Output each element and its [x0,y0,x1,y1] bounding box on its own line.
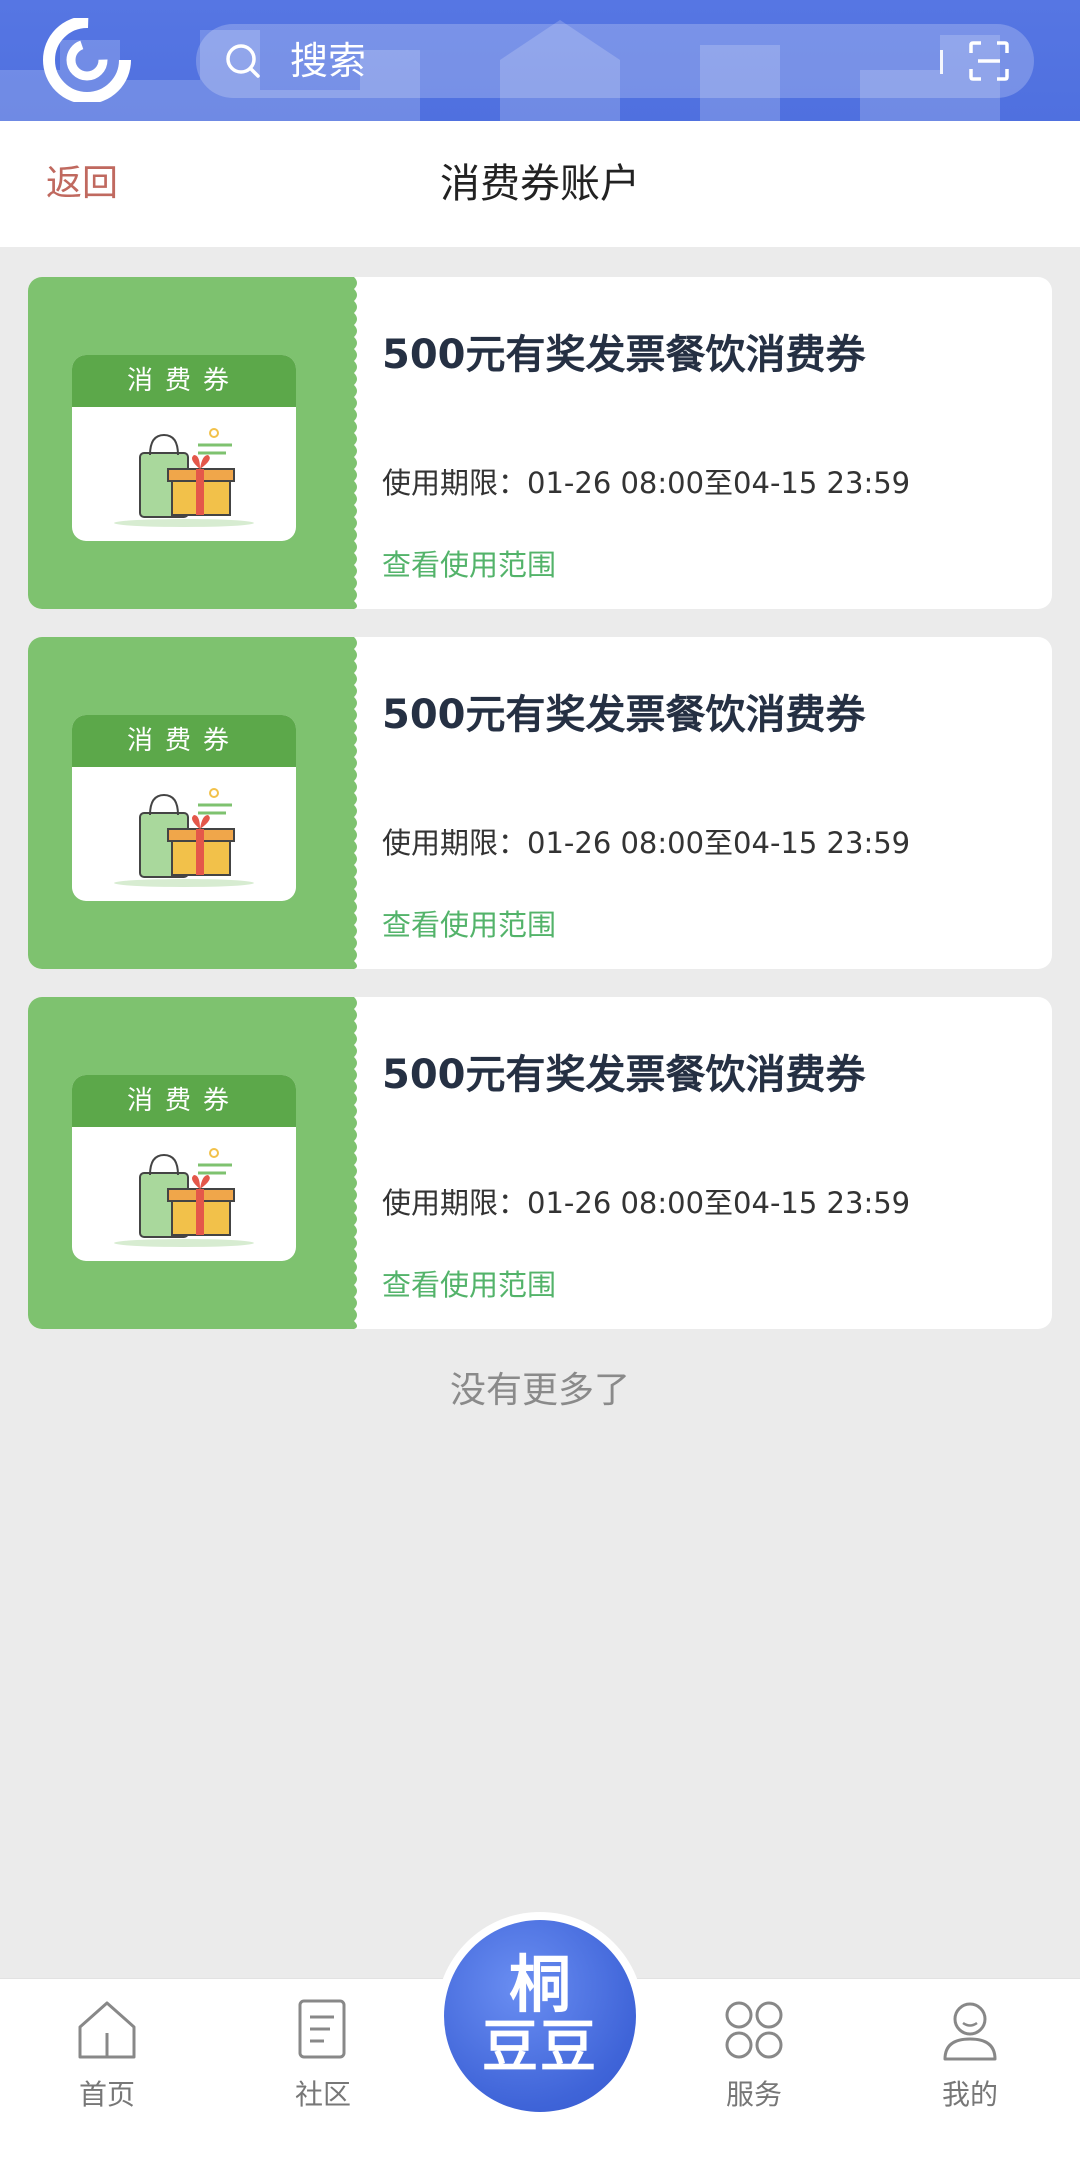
scan-icon[interactable] [968,40,1010,82]
document-icon [298,1999,346,2059]
shopping-gift-icon [114,428,254,527]
shopping-gift-icon [114,788,254,887]
coupon-ticket-icon: 消费券 [72,715,296,901]
coupon-card[interactable]: 消费券 500元有奖发票餐饮消费券 使用期限：01-26 08:00至04-15… [28,997,1052,1329]
coupon-validity: 使用期限：01-26 08:00至04-15 23:59 [382,1186,911,1220]
view-scope-link[interactable]: 查看使用范围 [382,905,556,945]
center-button-face: 桐 豆豆 [444,1920,636,2112]
search-icon [226,44,260,78]
view-scope-link[interactable]: 查看使用范围 [382,545,556,585]
ticket-label: 消费券 [72,1075,296,1127]
view-scope-link[interactable]: 查看使用范围 [382,1265,556,1305]
nav-item-home[interactable]: 首页 [37,1997,177,2147]
coupon-name: 500元有奖发票餐饮消费券 [382,1052,866,1098]
coupon-card[interactable]: 消费券 500元有奖发票餐饮消费券 使用期限：01-26 08:00至04-15… [28,277,1052,609]
coupon-ticket-icon: 消费券 [72,355,296,541]
coupon-validity: 使用期限：01-26 08:00至04-15 23:59 [382,466,911,500]
center-button-line2: 豆豆 [482,2015,598,2080]
coupon-image-panel: 消费券 [28,277,354,609]
grid-icon [725,2001,783,2059]
nav-item-services[interactable]: 服务 [684,1997,824,2147]
nav-label-community: 社区 [294,2078,351,2111]
perforated-edge [346,277,357,609]
perforated-edge [346,637,357,969]
top-bar: 搜索 [0,0,1080,121]
coupon-ticket-icon: 消费券 [72,1075,296,1261]
coupon-image-panel: 消费券 [28,637,354,969]
list-end-text: 没有更多了 [449,1370,630,1411]
app-logo-icon[interactable] [42,18,132,102]
nav-label-home: 首页 [78,2078,135,2111]
home-icon [78,2001,136,2059]
perforated-edge [346,997,357,1329]
search-placeholder: 搜索 [290,39,367,83]
ticket-label: 消费券 [72,355,296,407]
coupon-image-panel: 消费券 [28,997,354,1329]
nav-item-mine[interactable]: 我的 [900,1997,1040,2147]
user-icon [943,2002,997,2061]
page-title: 消费券账户 [440,161,640,207]
ticket-label: 消费券 [72,715,296,767]
coupon-validity: 使用期限：01-26 08:00至04-15 23:59 [382,826,911,860]
coupon-card[interactable]: 消费券 500元有奖发票餐饮消费券 使用期限：01-26 08:00至04-15… [28,637,1052,969]
page-header: 返回 消费券账户 [0,121,1080,247]
search-divider [940,50,943,74]
coupon-name: 500元有奖发票餐饮消费券 [382,692,866,738]
nav-item-community[interactable]: 社区 [253,1997,393,2147]
coupon-name: 500元有奖发票餐饮消费券 [382,332,866,378]
shopping-gift-icon [114,1148,254,1247]
nav-label-services: 服务 [725,2078,782,2111]
search-bar[interactable]: 搜索 [196,24,1034,98]
nav-label-mine: 我的 [941,2078,998,2111]
center-app-button[interactable]: 桐 豆豆 [436,1912,644,2120]
center-button-line1: 桐 [508,1948,571,2021]
